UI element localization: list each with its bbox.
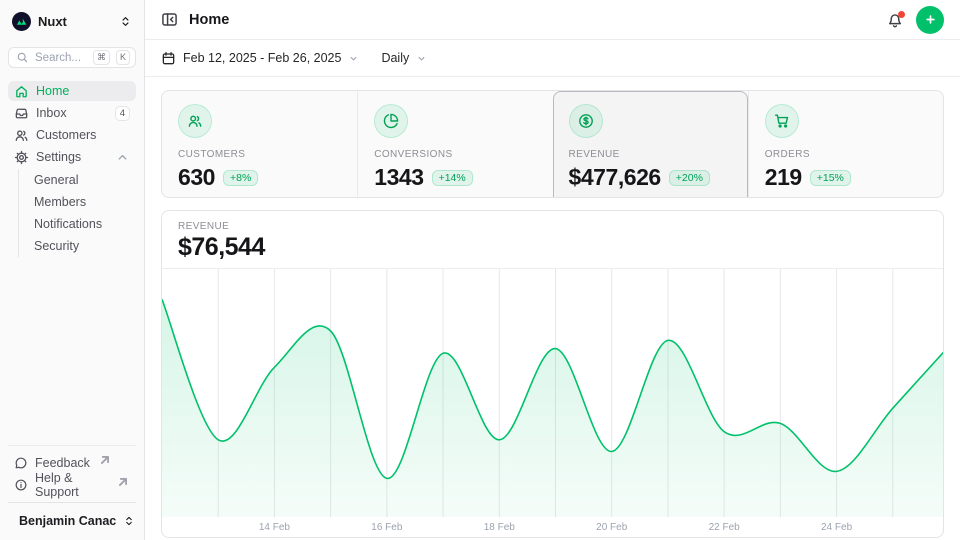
users-icon	[14, 128, 29, 143]
inbox-count-badge: 4	[115, 106, 130, 121]
x-axis-tick-label: 20 Feb	[596, 522, 628, 533]
external-link-icon	[116, 475, 130, 489]
unread-dot	[898, 11, 905, 18]
stats-row: CUSTOMERS 630 +8% CONVERSIONS 1343 +14%	[161, 90, 944, 198]
sidebar-item-inbox[interactable]: Inbox 4	[8, 103, 136, 123]
sidebar-footer: Feedback Help & Support Benjamin Canac	[8, 445, 136, 532]
sidebar-item-members[interactable]: Members	[34, 191, 136, 213]
stat-value: 219	[765, 164, 802, 191]
sidebar-item-customers[interactable]: Customers	[8, 125, 136, 145]
chevrons-up-down-icon	[119, 15, 132, 28]
page-title: Home	[189, 12, 229, 28]
chevrons-up-down-icon	[123, 515, 135, 527]
workspace-switcher[interactable]: Nuxt	[8, 8, 136, 34]
sidebar-item-home[interactable]: Home	[8, 81, 136, 101]
x-axis-tick-label: 22 Feb	[709, 522, 741, 533]
x-axis-tick-label: 16 Feb	[371, 522, 403, 533]
home-icon	[14, 84, 29, 99]
stat-value: 1343	[374, 164, 423, 191]
chart-header: REVENUE $76,544	[162, 211, 943, 269]
chart-value: $76,544	[178, 233, 927, 262]
add-button[interactable]	[916, 6, 944, 34]
app-window: Nuxt Search... ⌘ K Home	[0, 0, 960, 540]
main-area: Home Feb 12, 2025 - Feb 26, 2025	[145, 0, 960, 540]
settings-subnav: General Members Notifications Security	[18, 169, 136, 257]
topbar: Home	[145, 0, 960, 40]
sidebar-item-notifications[interactable]: Notifications	[34, 213, 136, 235]
x-axis-tick-label: 14 Feb	[259, 522, 291, 533]
topbar-actions	[886, 6, 944, 34]
date-range-value: Feb 12, 2025 - Feb 26, 2025	[183, 51, 341, 65]
calendar-icon	[161, 51, 176, 66]
sidebar-item-label: Home	[36, 84, 69, 98]
circle-dollar-icon	[569, 104, 603, 138]
sidebar: Nuxt Search... ⌘ K Home	[0, 0, 145, 540]
foot-item-label: Feedback	[35, 456, 90, 470]
period-value: Daily	[381, 51, 409, 65]
stat-delta-badge: +14%	[432, 170, 473, 186]
message-bubble-icon	[14, 456, 28, 470]
chevron-down-icon	[348, 53, 359, 64]
stat-label: CUSTOMERS	[178, 149, 341, 160]
gear-icon	[14, 150, 29, 165]
stat-card-conversions[interactable]: CONVERSIONS 1343 +14%	[357, 91, 552, 198]
stat-value: 630	[178, 164, 215, 191]
search-icon	[16, 51, 29, 64]
stat-card-orders[interactable]: ORDERS 219 +15%	[748, 91, 943, 198]
stat-value: $477,626	[569, 164, 661, 191]
x-axis-tick-label: 18 Feb	[484, 522, 516, 533]
stat-delta-badge: +20%	[669, 170, 710, 186]
external-link-icon	[98, 453, 112, 467]
sub-item-label: General	[34, 173, 78, 187]
sidebar-item-security[interactable]: Security	[34, 235, 136, 257]
stat-label: CONVERSIONS	[374, 149, 536, 160]
help-support-link[interactable]: Help & Support	[8, 474, 136, 496]
dashboard-content: CUSTOMERS 630 +8% CONVERSIONS 1343 +14%	[145, 77, 960, 538]
stat-delta-badge: +15%	[810, 170, 851, 186]
stat-delta-badge: +8%	[223, 170, 258, 186]
sidebar-item-label: Customers	[36, 128, 96, 142]
chart-pie-icon	[374, 104, 408, 138]
date-range-picker[interactable]: Feb 12, 2025 - Feb 26, 2025	[161, 51, 359, 66]
revenue-chart-card: REVENUE $76,544 14 Feb 16 Feb 18 Feb 20 Feb…	[161, 210, 944, 538]
search-input[interactable]: Search... ⌘ K	[8, 47, 136, 68]
info-circle-icon	[14, 478, 28, 492]
shopping-cart-icon	[765, 104, 799, 138]
stat-card-customers[interactable]: CUSTOMERS 630 +8%	[162, 91, 357, 198]
chevron-down-icon	[416, 53, 427, 64]
sidebar-item-label: Inbox	[36, 106, 67, 120]
user-name: Benjamin Canac	[19, 514, 116, 528]
period-select[interactable]: Daily	[381, 51, 427, 65]
sidebar-item-label: Settings	[36, 150, 81, 164]
plus-icon	[923, 12, 938, 27]
user-menu[interactable]: Benjamin Canac	[8, 502, 136, 532]
sub-item-label: Members	[34, 195, 86, 209]
stat-label: ORDERS	[765, 149, 927, 160]
sub-item-label: Security	[34, 239, 79, 253]
search-placeholder: Search...	[35, 52, 87, 64]
panel-left-close-icon	[161, 11, 178, 28]
workspace-name: Nuxt	[38, 14, 67, 29]
stat-label: REVENUE	[569, 149, 732, 160]
users-icon	[178, 104, 212, 138]
kbd-meta: ⌘	[93, 50, 110, 65]
chart-label: REVENUE	[178, 221, 927, 232]
sidebar-nav: Home Inbox 4 Customers Settings	[8, 81, 136, 257]
collapse-sidebar-button[interactable]	[161, 11, 179, 29]
sidebar-item-settings[interactable]: Settings	[8, 147, 136, 167]
nuxt-logo-icon	[12, 12, 31, 31]
inbox-icon	[14, 106, 29, 121]
chevron-up-icon	[115, 150, 130, 165]
kbd-k: K	[116, 50, 130, 65]
stat-card-revenue[interactable]: REVENUE $477,626 +20%	[553, 91, 748, 198]
foot-item-label: Help & Support	[35, 471, 108, 499]
sub-item-label: Notifications	[34, 217, 102, 231]
sidebar-item-general[interactable]: General	[34, 169, 136, 191]
chart-body: 14 Feb 16 Feb 18 Feb 20 Feb 22 Feb 24 Feb	[162, 269, 943, 537]
filter-bar: Feb 12, 2025 - Feb 26, 2025 Daily	[145, 40, 960, 77]
revenue-area-chart[interactable]: 14 Feb 16 Feb 18 Feb 20 Feb 22 Feb 24 Feb	[162, 269, 944, 537]
notifications-button[interactable]	[886, 11, 904, 29]
x-axis-tick-label: 24 Feb	[821, 522, 853, 533]
